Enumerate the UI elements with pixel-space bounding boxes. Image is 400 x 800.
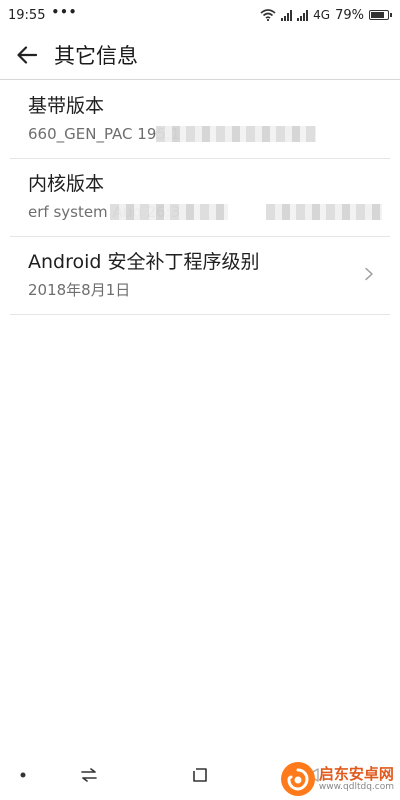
item-value: 660_GEN_PAC 195.1 (28, 123, 390, 145)
redaction-blur (156, 126, 316, 142)
watermark: 启东安卓网 www.qdltdq.com (280, 762, 394, 796)
list-item-baseband: 基带版本 660_GEN_PAC 195.1 (10, 81, 390, 159)
swap-arrows-icon (81, 768, 97, 782)
battery-percent: 79% (335, 7, 364, 23)
arrow-left-icon (17, 45, 37, 64)
network-type: 4G (313, 8, 331, 22)
redaction-blur-2 (266, 204, 382, 220)
signal-icon (281, 9, 293, 21)
nav-dot-button[interactable] (10, 762, 36, 788)
status-time: 19:55 (8, 7, 46, 23)
status-right: 4G 79% (260, 8, 392, 23)
list-item-kernel: 内核版本 erf system Aug 26:3 (10, 159, 390, 237)
wifi-icon (260, 9, 276, 21)
watermark-url: www.qdltdq.com (318, 781, 394, 792)
chevron-right-icon (365, 267, 373, 281)
item-value: 2018年8月1日 (28, 281, 131, 299)
nav-home-button[interactable] (187, 762, 213, 788)
screen: 19:55 ••• 4G 79% 其它信息 基带版本 660_GEN_PAC 1… (0, 0, 400, 800)
item-value: erf system Aug 26:3 (28, 201, 390, 223)
item-title: 基带版本 (28, 95, 105, 117)
info-list: 基带版本 660_GEN_PAC 195.1 内核版本 erf system A… (0, 81, 400, 315)
watermark-logo-icon (280, 762, 315, 796)
back-button[interactable] (0, 30, 54, 80)
nav-switch-button[interactable] (76, 762, 102, 788)
watermark-text: 启东安卓网 www.qdltdq.com (319, 766, 394, 793)
watermark-name: 启东安卓网 (318, 764, 394, 783)
app-bar: 其它信息 (0, 30, 400, 80)
signal-icon-2 (297, 9, 309, 21)
notification-dots-icon: ••• (51, 5, 78, 19)
item-title: Android 安全补丁程序级别 (28, 251, 260, 273)
square-icon (193, 768, 207, 782)
list-item-security-patch[interactable]: Android 安全补丁程序级别 2018年8月1日 (10, 237, 390, 315)
item-title: 内核版本 (28, 173, 105, 195)
dot-icon (20, 772, 26, 778)
battery-icon (369, 10, 392, 20)
redaction-blur (110, 204, 228, 220)
page-title: 其它信息 (54, 43, 138, 68)
status-bar: 19:55 ••• 4G 79% (0, 0, 400, 30)
status-left: 19:55 ••• (8, 5, 78, 23)
